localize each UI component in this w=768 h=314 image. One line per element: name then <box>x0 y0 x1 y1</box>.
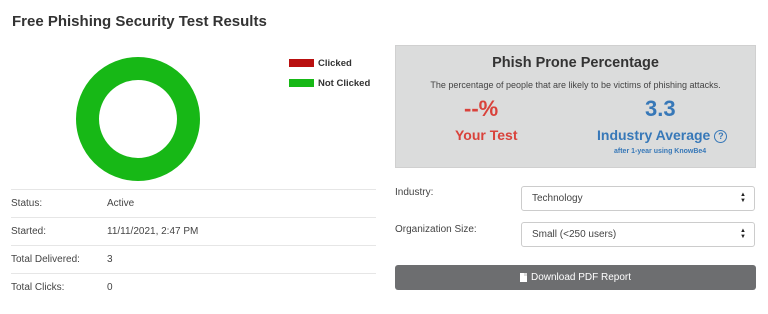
stat-row-total-delivered: Total Delivered: 3 <box>11 245 376 273</box>
pdf-file-icon <box>519 273 527 282</box>
industry-select-value: Technology <box>532 193 583 204</box>
download-pdf-label: Download PDF Report <box>530 272 632 283</box>
phish-prone-description: The percentage of people that are likely… <box>430 80 721 90</box>
select-arrows-icon: ▲ ▼ <box>740 192 746 204</box>
your-test-label: Your Test <box>455 127 518 143</box>
industry-average-heading: Industry Average? <box>597 127 728 143</box>
question-circle-icon[interactable]: ? <box>714 130 728 143</box>
donut-svg <box>76 57 200 181</box>
legend-label-clicked: Clicked <box>318 57 352 69</box>
stat-value: Active <box>107 198 135 209</box>
stat-value: 11/11/2021, 2:47 PM <box>107 226 199 237</box>
legend-swatch-clicked <box>289 59 314 67</box>
test-stats-table: Status: Active Started: 11/11/2021, 2:47… <box>11 189 376 301</box>
select-arrows-icon: ▲ ▼ <box>740 228 746 240</box>
legend-swatch-not-clicked <box>289 79 314 87</box>
stat-label: Started: <box>11 226 47 237</box>
legend-item-not-clicked: Not Clicked <box>289 77 371 89</box>
chart-legend: Clicked Not Clicked <box>289 58 370 98</box>
organization-size-select-value: Small (<250 users) <box>532 229 617 240</box>
legend-item-clicked: Clicked <box>289 57 370 69</box>
stat-row-status: Status: Active <box>11 189 376 217</box>
page-title: Free Phishing Security Test Results <box>12 13 267 30</box>
industry-average-subtext: after 1-year using KnowBe4 <box>614 148 707 155</box>
legend-label-not-clicked: Not Clicked <box>318 77 371 89</box>
organization-size-label: Organization Size: <box>395 224 477 235</box>
industry-label: Industry: <box>395 187 434 198</box>
stat-value: 3 <box>107 254 113 265</box>
phish-prone-title: Phish Prone Percentage <box>492 55 659 71</box>
your-test-value: --% <box>464 96 499 121</box>
stat-row-started: Started: 11/11/2021, 2:47 PM <box>11 217 376 245</box>
results-donut-chart <box>76 57 200 181</box>
phish-prone-panel: Phish Prone Percentage The percentage of… <box>395 45 756 168</box>
donut-slice-not-clicked <box>76 57 200 181</box>
stat-label: Total Delivered: <box>11 254 80 265</box>
stat-label: Total Clicks: <box>11 282 65 293</box>
industry-average-value: 3.3 <box>645 96 676 121</box>
stat-value: 0 <box>107 282 113 293</box>
industry-average-label: Industry Average <box>597 127 711 143</box>
download-pdf-button[interactable]: Download PDF Report <box>395 265 756 290</box>
stat-label: Status: <box>11 198 43 209</box>
industry-select[interactable]: Technology ▲ ▼ <box>521 186 755 211</box>
organization-size-select[interactable]: Small (<250 users) ▲ ▼ <box>521 222 755 247</box>
stat-row-total-clicks: Total Clicks: 0 <box>11 273 376 301</box>
